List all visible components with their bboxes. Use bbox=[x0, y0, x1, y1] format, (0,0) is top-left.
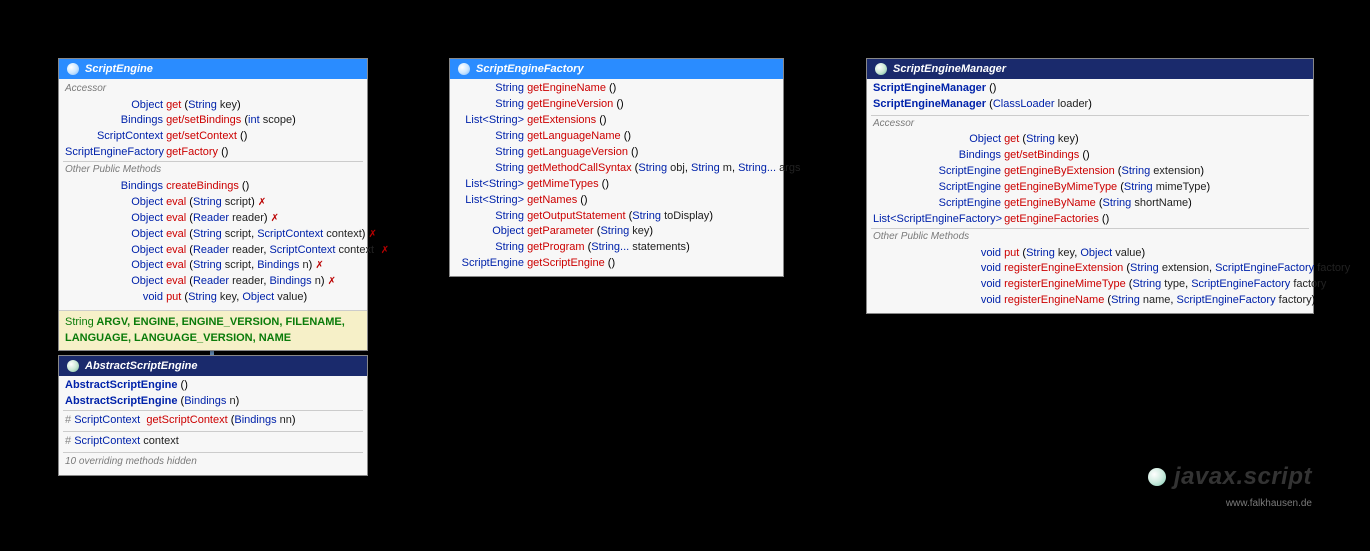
member-row: Object get (String key) bbox=[63, 98, 363, 114]
member-row: List<ScriptEngineFactory> getEngineFacto… bbox=[871, 212, 1309, 228]
ctor-list: ScriptEngineManager ()ScriptEngineManage… bbox=[871, 81, 1309, 113]
method-list: void put (String key, Object value)void … bbox=[871, 246, 1309, 310]
method-list: String getEngineName ()String getEngineV… bbox=[454, 81, 779, 272]
member-row: List<String> getExtensions () bbox=[454, 113, 779, 129]
member-row: ScriptEngine getEngineByName (String sho… bbox=[871, 196, 1309, 212]
class-icon bbox=[67, 360, 79, 372]
member-row: String getEngineVersion () bbox=[454, 97, 779, 113]
section-accessor: Accessor bbox=[871, 115, 1309, 133]
member-row: Object eval (Reader reader, Bindings n) … bbox=[63, 274, 363, 290]
package-icon bbox=[1148, 468, 1166, 486]
accessor-list: Object get (String key)Bindings get/setB… bbox=[63, 98, 363, 162]
constructor-row: ScriptEngineManager () bbox=[871, 81, 1309, 97]
header-scriptenginemanager: ScriptEngineManager bbox=[867, 59, 1313, 79]
member-row: ScriptEngine getEngineByExtension (Strin… bbox=[871, 164, 1309, 180]
member-row: ScriptEngineFactory getFactory () bbox=[63, 145, 363, 161]
accessor-list: Object get (String key)Bindings get/setB… bbox=[871, 132, 1309, 228]
member-row: void registerEngineExtension (String ext… bbox=[871, 261, 1309, 277]
member-row: String getLanguageName () bbox=[454, 129, 779, 145]
member-row: String getEngineName () bbox=[454, 81, 779, 97]
member-row: String getMethodCallSyntax (String obj, … bbox=[454, 161, 779, 177]
interface-scriptenginefactory: ScriptEngineFactory String getEngineName… bbox=[449, 58, 784, 277]
header-scriptengine: ScriptEngine bbox=[59, 59, 367, 79]
member-row: Bindings get/setBindings (int scope) bbox=[63, 113, 363, 129]
member-row: String getLanguageVersion () bbox=[454, 145, 779, 161]
method-params: (Bindings nn) bbox=[231, 414, 296, 426]
member-row: String getOutputStatement (String toDisp… bbox=[454, 209, 779, 225]
constructor-row: ScriptEngineManager (ClassLoader loader) bbox=[871, 97, 1309, 113]
member-row: Object eval (String script) ✗ bbox=[63, 195, 363, 211]
member-row: String getProgram (String... statements) bbox=[454, 240, 779, 256]
constructor-row: AbstractScriptEngine () bbox=[63, 378, 363, 394]
member-row: void registerEngineName (String name, Sc… bbox=[871, 293, 1309, 309]
interface-icon bbox=[458, 63, 470, 75]
title: ScriptEngineManager bbox=[893, 63, 1006, 75]
member-row: void put (String key, Object value) bbox=[871, 246, 1309, 262]
section-accessor: Accessor bbox=[63, 81, 363, 98]
member-row: ScriptEngine getEngineByMimeType (String… bbox=[871, 180, 1309, 196]
class-icon bbox=[875, 63, 887, 75]
section-other: Other Public Methods bbox=[871, 228, 1309, 246]
member-row: List<String> getMimeTypes () bbox=[454, 177, 779, 193]
package-name: javax.script bbox=[1174, 463, 1312, 491]
interface-icon bbox=[67, 63, 79, 75]
class-abstractscriptengine: AbstractScriptEngine AbstractScriptEngin… bbox=[58, 355, 368, 476]
ctor-list: AbstractScriptEngine ()AbstractScriptEng… bbox=[63, 378, 363, 410]
member-row: Object getParameter (String key) bbox=[454, 224, 779, 240]
constants-block: String ARGV, ENGINE, ENGINE_VERSION, FIL… bbox=[59, 310, 367, 350]
title: AbstractScriptEngine bbox=[85, 360, 197, 372]
protected-method: # ScriptContext getScriptContext (Bindin… bbox=[63, 410, 363, 431]
constructor-row: AbstractScriptEngine (Bindings n) bbox=[63, 394, 363, 410]
package-badge: javax.script bbox=[1148, 463, 1312, 491]
class-scriptenginemanager: ScriptEngineManager ScriptEngineManager … bbox=[866, 58, 1314, 314]
member-row: void put (String key, Object value) bbox=[63, 290, 363, 306]
credit: www.falkhausen.de bbox=[1226, 498, 1312, 509]
interface-scriptengine: ScriptEngine Accessor Object get (String… bbox=[58, 58, 368, 351]
member-row: Object get (String key) bbox=[871, 132, 1309, 148]
member-row: Object eval (Reader reader) ✗ bbox=[63, 211, 363, 227]
member-row: Object eval (String script, ScriptContex… bbox=[63, 227, 363, 243]
header-scriptenginefactory: ScriptEngineFactory bbox=[450, 59, 783, 79]
hidden-note: 10 overriding methods hidden bbox=[63, 452, 363, 472]
section-other: Other Public Methods bbox=[63, 161, 363, 179]
title: ScriptEngine bbox=[85, 63, 153, 75]
member-row: Object eval (Reader reader, ScriptContex… bbox=[63, 243, 363, 259]
member-row: ScriptContext get/setContext () bbox=[63, 129, 363, 145]
member-row: void registerEngineMimeType (String type… bbox=[871, 277, 1309, 293]
protected-field: # ScriptContext context bbox=[63, 431, 363, 452]
member-row: Bindings createBindings () bbox=[63, 179, 363, 195]
method-list: Bindings createBindings ()Object eval (S… bbox=[63, 179, 363, 307]
header-abstractscriptengine: AbstractScriptEngine bbox=[59, 356, 367, 376]
member-row: Bindings get/setBindings () bbox=[871, 148, 1309, 164]
member-row: Object eval (String script, Bindings n) … bbox=[63, 258, 363, 274]
member-row: List<String> getNames () bbox=[454, 193, 779, 209]
title: ScriptEngineFactory bbox=[476, 63, 584, 75]
member-row: ScriptEngine getScriptEngine () bbox=[454, 256, 779, 272]
